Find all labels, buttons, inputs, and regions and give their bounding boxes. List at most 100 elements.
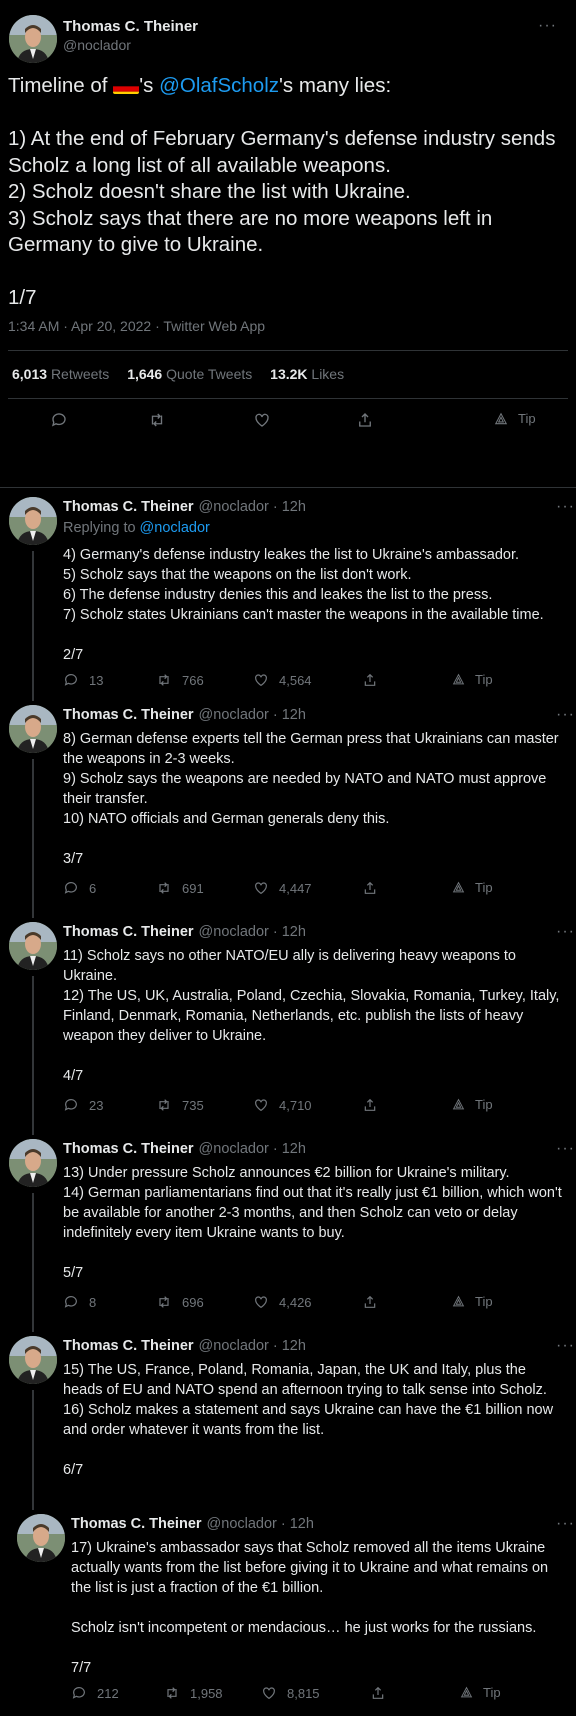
more-options-icon[interactable]: ··· [556,923,575,941]
share-button[interactable] [356,411,374,429]
retweet-icon [167,1687,177,1699]
germany-flag-icon [113,78,140,94]
author-name[interactable]: Thomas C. Theiner [63,1338,194,1354]
timestamp[interactable]: · 12h [273,707,306,723]
more-options-icon[interactable]: ··· [556,1140,575,1158]
tip-button[interactable]: Tip [452,880,493,895]
more-options-icon[interactable]: ··· [556,1337,575,1355]
reply-button[interactable] [50,411,68,429]
tip-button[interactable]: Tip [494,411,536,426]
reply-author-row: Thomas C. Theiner @noclador · 12h [63,499,306,515]
timestamp[interactable]: · 12h [273,499,306,515]
thread-counter: 2/7 [63,647,84,663]
avatar[interactable] [9,1336,57,1384]
author-name[interactable]: Thomas C. Theiner [63,707,194,723]
tip-icon [460,1686,473,1698]
like-button[interactable]: 8,815 [261,1685,320,1701]
reply-count: 23 [89,1097,104,1113]
avatar[interactable] [9,705,57,753]
timestamp[interactable]: · 12h [273,924,306,940]
heart-icon [255,882,267,895]
like-button[interactable]: 4,426 [253,1294,312,1310]
more-options-icon[interactable]: ··· [556,498,575,516]
retweet-count[interactable]: 6,013 Retweets [12,366,109,382]
reply-button[interactable]: 8 [63,1294,96,1310]
like-button[interactable] [253,411,271,429]
tweet-line: 1) At the end of February Germany's defe… [8,127,556,177]
author-name[interactable]: Thomas C. Theiner [71,1516,202,1532]
retweet-button[interactable] [148,411,166,429]
more-options-icon[interactable]: ··· [556,1515,575,1533]
share-button[interactable] [362,1097,378,1113]
share-button[interactable] [362,880,378,896]
avatar[interactable] [9,1139,57,1187]
author-handle[interactable]: @noclador [207,1516,277,1532]
timestamp[interactable]: · 12h [281,1516,314,1532]
retweet-icon [159,882,169,894]
author-name[interactable]: Thomas C. Theiner [63,499,194,515]
tweet-title-post: 's many lies: [279,74,392,97]
more-options-icon[interactable]: ··· [538,17,557,35]
author-handle[interactable]: @noclador [199,1338,269,1354]
author-name[interactable]: Thomas C. Theiner [63,1141,194,1157]
avatar[interactable] [9,497,57,545]
tip-icon [452,1098,465,1110]
avatar[interactable] [9,922,57,970]
quote-count[interactable]: 1,646 Quote Tweets [127,366,252,382]
like-button[interactable]: 4,710 [253,1097,312,1113]
share-button[interactable] [370,1685,386,1701]
like-count[interactable]: 13.2K Likes [270,366,344,382]
retweet-button[interactable]: 691 [156,880,204,896]
reply-icon [72,1687,85,1699]
reply-button[interactable]: 212 [71,1685,119,1701]
reply-button[interactable]: 23 [63,1097,103,1113]
share-icon [372,1686,384,1699]
like-button[interactable]: 4,447 [253,880,312,896]
like-button[interactable]: 4,564 [253,672,312,688]
retweet-count: 735 [182,1097,204,1113]
tip-button[interactable]: Tip [460,1685,501,1700]
author-handle[interactable]: @noclador [63,37,131,53]
reply-line: Scholz isn't incompetent or mendacious… … [71,1620,537,1636]
reply-button[interactable]: 13 [63,672,103,688]
thread-counter: 1/7 [8,286,37,309]
author-handle[interactable]: @noclador [199,707,269,723]
tip-button[interactable]: Tip [452,1097,493,1112]
tip-button[interactable]: Tip [452,672,493,687]
replying-handle-link[interactable]: @noclador [140,520,210,536]
reply-line: 10) NATO officials and German generals d… [63,811,390,827]
avatar[interactable] [9,15,57,63]
reply-line: 16) Scholz makes a statement and says Uk… [63,1402,554,1438]
share-button[interactable] [362,1294,378,1310]
author-handle[interactable]: @noclador [199,499,269,515]
timestamp[interactable]: · 12h [273,1338,306,1354]
like-count: 4,447 [279,880,312,896]
more-options-icon[interactable]: ··· [556,706,575,724]
reply-text: 4) Germany's defense industry leakes the… [63,545,568,665]
reply-line: 13) Under pressure Scholz announces €2 b… [63,1165,510,1181]
author-handle[interactable]: @noclador [199,1141,269,1157]
tip-icon [494,412,508,424]
share-button[interactable] [362,672,378,688]
mention-link[interactable]: @OlafScholz [159,74,279,97]
author-handle[interactable]: @noclador [199,924,269,940]
tip-button[interactable]: Tip [452,1294,493,1309]
retweet-button[interactable]: 735 [156,1097,204,1113]
reply-button[interactable]: 6 [63,880,96,896]
reply-count: 13 [89,672,104,688]
retweet-button[interactable]: 766 [156,672,204,688]
reply-line: 15) The US, France, Poland, Romania, Jap… [63,1362,547,1398]
reply-author-row: Thomas C. Theiner @noclador · 12h [63,707,306,723]
reply-line: 8) German defense experts tell the Germa… [63,731,559,767]
retweet-button[interactable]: 696 [156,1294,204,1310]
tweet-stats: 6,013 Retweets 1,646 Quote Tweets 13.2K … [12,366,344,382]
author-name[interactable]: Thomas C. Theiner [63,18,198,35]
retweet-button[interactable]: 1,958 [164,1685,223,1701]
divider [8,398,568,399]
author-name[interactable]: Thomas C. Theiner [63,924,194,940]
tweet-meta[interactable]: 1:34 AM · Apr 20, 2022 · Twitter Web App [8,318,265,334]
share-icon [359,413,371,427]
timestamp[interactable]: · 12h [273,1141,306,1157]
like-count: 4,426 [279,1294,312,1310]
avatar[interactable] [17,1514,65,1562]
